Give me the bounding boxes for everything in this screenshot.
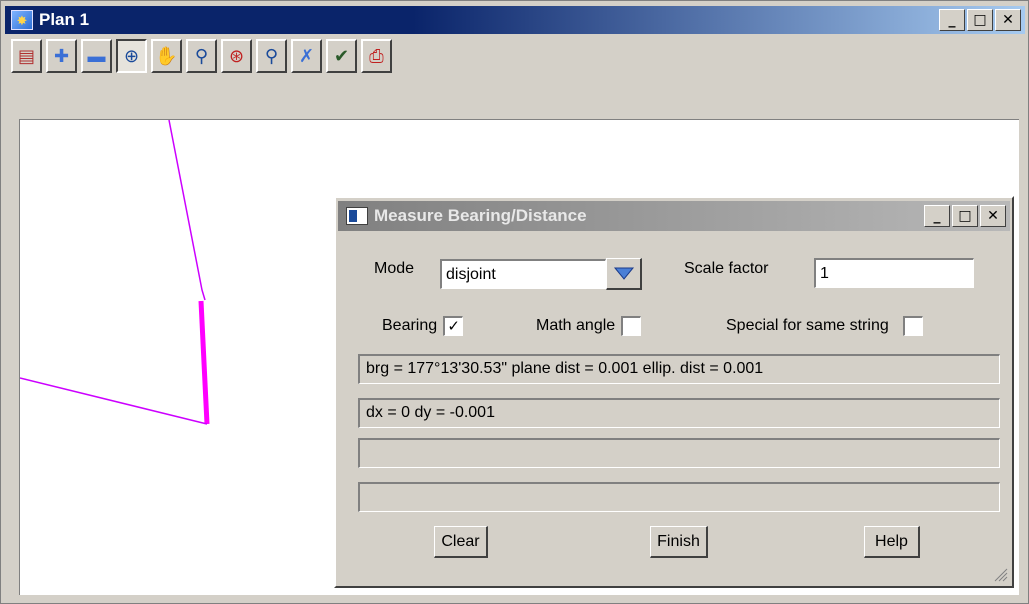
zoom-out-minus-button[interactable]: ▬ bbox=[81, 39, 112, 73]
print-icon: ⎙ bbox=[369, 46, 384, 66]
output-line-3 bbox=[358, 438, 1000, 468]
zoom-in-plus-icon: ✚ bbox=[53, 46, 70, 66]
close-button[interactable]: ✕ bbox=[995, 9, 1021, 31]
plot-button[interactable]: ▤ bbox=[11, 39, 42, 73]
output-line-1: brg = 177°13'30.53" plane dist = 0.001 e… bbox=[358, 354, 1000, 384]
zoom-extent-button[interactable]: ⊛ bbox=[221, 39, 252, 73]
math-angle-label: Math angle bbox=[536, 317, 616, 334]
scale-factor-label: Scale factor bbox=[684, 260, 769, 277]
dialog-icon bbox=[346, 207, 368, 225]
minimize-button[interactable]: _ bbox=[939, 9, 965, 31]
zoom-out-minus-icon: ▬ bbox=[87, 46, 106, 66]
plan-window-title: Plan 1 bbox=[39, 10, 90, 29]
string-line-upper[interactable] bbox=[168, 120, 206, 301]
dialog-title-bar[interactable]: Measure Bearing/Distance _ □ ✕ bbox=[338, 201, 1010, 231]
special-same-string-checkbox[interactable] bbox=[902, 316, 923, 336]
print-button[interactable]: ⎙ bbox=[361, 39, 392, 73]
pick-button[interactable]: ✔ bbox=[326, 39, 357, 73]
cursor-cross-button[interactable]: ✗ bbox=[291, 39, 322, 73]
plan-toolbar: ▤ ✚ ▬ ⊕ ✋ ⚲ ⊛ ⚲ ✗ ✔ ⎙ bbox=[11, 39, 392, 83]
cursor-cross-icon: ✗ bbox=[298, 46, 315, 66]
dialog-close-button[interactable]: ✕ bbox=[980, 205, 1006, 227]
maximize-button[interactable]: □ bbox=[967, 9, 993, 31]
plan-window-icon: ✸ bbox=[11, 10, 33, 30]
pan-button[interactable]: ✋ bbox=[151, 39, 182, 73]
zoom-out-button[interactable]: ⚲ bbox=[256, 39, 287, 73]
output-line-2: dx = 0 dy = -0.001 bbox=[358, 398, 1000, 428]
math-angle-checkbox[interactable] bbox=[621, 316, 642, 336]
resize-grip-icon[interactable] bbox=[992, 566, 1008, 582]
measure-dialog: Measure Bearing/Distance _ □ ✕ Mode disj… bbox=[334, 196, 1014, 588]
zoom-in-icon: ⚲ bbox=[194, 46, 209, 66]
output-line-4 bbox=[358, 482, 1000, 512]
finish-button[interactable]: Finish bbox=[650, 526, 708, 558]
zoom-window-button[interactable]: ⊕ bbox=[116, 39, 147, 73]
pick-icon: ✔ bbox=[333, 46, 350, 66]
zoom-in-button[interactable]: ⚲ bbox=[186, 39, 217, 73]
scale-factor-field[interactable]: 1 bbox=[814, 258, 974, 288]
chevron-down-icon bbox=[613, 267, 634, 280]
plot-icon: ▤ bbox=[17, 46, 35, 66]
special-same-string-label: Special for same string bbox=[726, 317, 889, 334]
bearing-label: Bearing bbox=[382, 317, 438, 334]
pan-icon: ✋ bbox=[155, 46, 178, 66]
plan-title-bar[interactable]: ✸ Plan 1 _ □ ✕ bbox=[5, 6, 1025, 34]
bearing-checkbox[interactable]: ✓ bbox=[443, 316, 464, 336]
clear-button[interactable]: Clear bbox=[434, 526, 488, 558]
mode-field[interactable]: disjoint bbox=[440, 259, 606, 289]
help-button[interactable]: Help bbox=[864, 526, 920, 558]
dialog-minimize-button[interactable]: _ bbox=[924, 205, 950, 227]
zoom-extent-icon: ⊛ bbox=[228, 46, 245, 66]
dialog-maximize-button[interactable]: □ bbox=[952, 205, 978, 227]
zoom-out-icon: ⚲ bbox=[264, 46, 279, 66]
dialog-title: Measure Bearing/Distance bbox=[374, 206, 587, 225]
string-line-lower[interactable] bbox=[20, 377, 208, 425]
mode-label: Mode bbox=[374, 260, 415, 277]
selected-string-segment[interactable] bbox=[198, 300, 210, 425]
zoom-window-icon: ⊕ bbox=[123, 46, 140, 66]
zoom-in-plus-button[interactable]: ✚ bbox=[46, 39, 77, 73]
mode-dropdown-button[interactable] bbox=[606, 258, 642, 290]
